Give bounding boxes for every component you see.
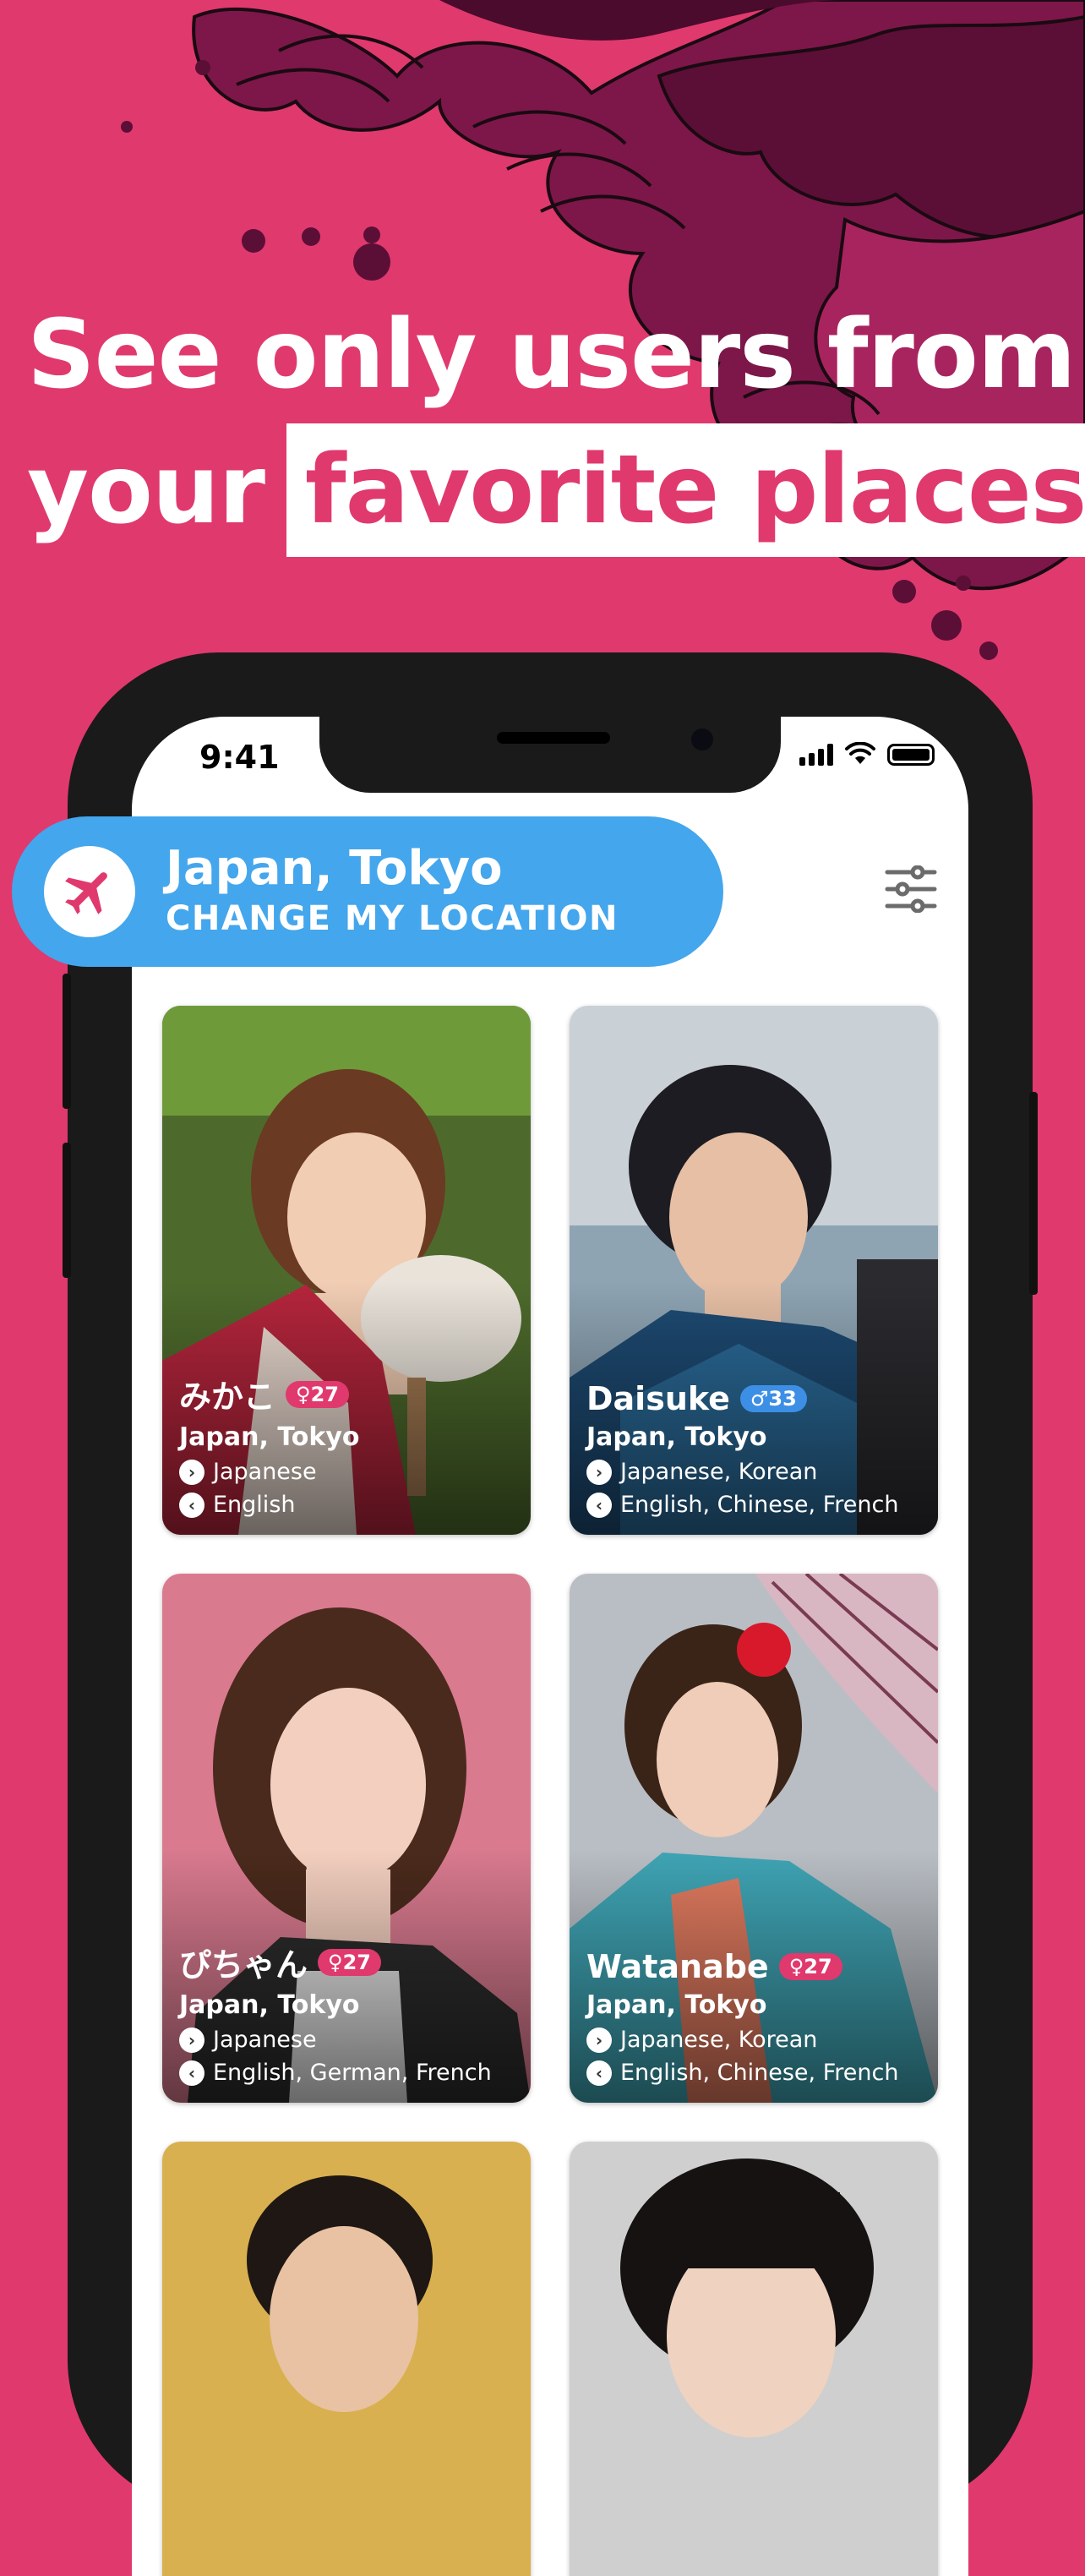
profile-location: Japan, Tokyo: [179, 1990, 360, 2020]
status-icons: [799, 742, 935, 766]
sliders-icon[interactable]: [884, 865, 938, 913]
battery-icon: [887, 744, 935, 766]
headline: See only users from your favorite places: [27, 287, 1085, 558]
profile-name: ぴちゃん: [179, 1946, 308, 1984]
speaks-languages: Japanese: [213, 2027, 317, 2053]
profile-photo: [162, 2142, 531, 2576]
learning-languages: English, German, French: [213, 2060, 492, 2086]
profile-location: Japan, Tokyo: [179, 1422, 360, 1452]
speaks-arrow-icon: ›: [179, 1459, 204, 1485]
profile-name: Watanabe: [586, 1948, 769, 1985]
phone-screen: 9:41 みかこ ♀27 Japan, Tokyo › Japanese ‹ E…: [132, 717, 968, 2576]
speaks-arrow-icon: ›: [586, 2027, 612, 2053]
learning-languages: English, Chinese, French: [620, 2060, 899, 2086]
learning-languages: English: [213, 1492, 296, 1518]
signal-icon: [799, 744, 833, 766]
profile-photo: [570, 2142, 938, 2576]
speaks-languages: Japanese, Korean: [620, 2027, 818, 2053]
headline-line-2-plain: your: [27, 435, 265, 545]
profile-location: Japan, Tokyo: [586, 1990, 767, 2020]
change-location-button[interactable]: Japan, Tokyo CHANGE MY LOCATION: [12, 816, 723, 967]
learning-arrow-icon: ‹: [586, 2060, 612, 2086]
phone-notch: [319, 717, 781, 793]
change-location-label: CHANGE MY LOCATION: [166, 899, 619, 938]
gender-age-badge: ♂33: [739, 1385, 807, 1412]
status-time: 9:41: [199, 739, 280, 776]
profile-card[interactable]: Daisuke ♂33 Japan, Tokyo › Japanese, Kore…: [570, 1006, 938, 1535]
learning-languages: English, Chinese, French: [620, 1492, 899, 1518]
profile-card[interactable]: [162, 2142, 531, 2576]
wifi-icon: [845, 742, 875, 764]
profile-name: みかこ: [179, 1378, 276, 1416]
profile-name: Daisuke: [586, 1380, 730, 1417]
profile-card[interactable]: Watanabe ♀27 Japan, Tokyo › Japanese, Kor…: [570, 1574, 938, 2103]
speaks-arrow-icon: ›: [586, 1459, 612, 1485]
learning-arrow-icon: ‹: [586, 1492, 612, 1518]
speaks-arrow-icon: ›: [179, 2027, 204, 2053]
current-location: Japan, Tokyo: [166, 841, 503, 896]
gender-age-badge: ♀27: [318, 1948, 381, 1976]
gender-age-badge: ♀27: [778, 1953, 842, 1980]
learning-arrow-icon: ‹: [179, 1492, 204, 1518]
headline-highlight: favorite places: [286, 423, 1085, 557]
gender-age-badge: ♀27: [286, 1380, 349, 1408]
headline-line-1: See only users from: [27, 300, 1077, 410]
airplane-icon: [44, 846, 135, 937]
profile-location: Japan, Tokyo: [586, 1422, 767, 1452]
profile-card[interactable]: みかこ ♀27 Japan, Tokyo › Japanese ‹ English: [162, 1006, 531, 1535]
profile-card[interactable]: [570, 2142, 938, 2576]
profile-card[interactable]: ぴちゃん ♀27 Japan, Tokyo › Japanese ‹ English…: [162, 1574, 531, 2103]
speaks-languages: Japanese, Korean: [620, 1459, 818, 1485]
speaks-languages: Japanese: [213, 1459, 317, 1485]
learning-arrow-icon: ‹: [179, 2060, 204, 2086]
